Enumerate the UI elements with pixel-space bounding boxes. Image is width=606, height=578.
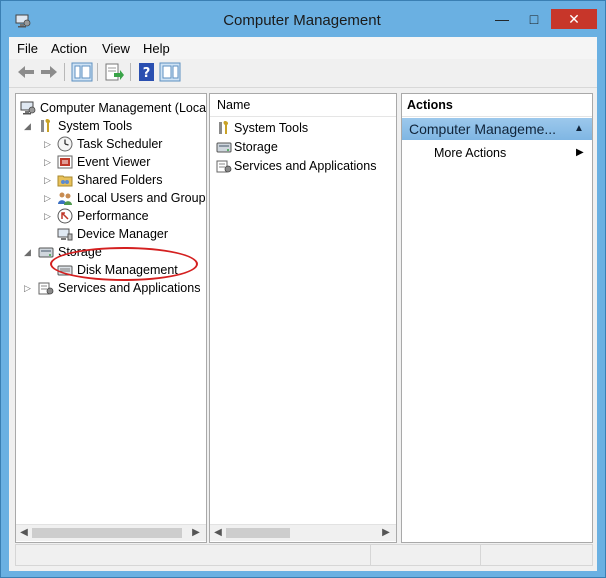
tree-item-label: Task Scheduler xyxy=(77,137,163,151)
tree-item-label: Event Viewer xyxy=(77,155,151,169)
toolbar-separator xyxy=(97,63,98,81)
menu-bar: File Action View Help xyxy=(9,37,597,59)
app-window: Computer Management — □ ✕ File Action Vi… xyxy=(0,0,606,578)
tree-item-label: System Tools xyxy=(58,119,133,133)
client-area: File Action View Help ? Computer Managem… xyxy=(9,37,597,571)
storage-icon xyxy=(38,247,54,258)
status-cell xyxy=(480,545,481,565)
svg-text:?: ? xyxy=(143,66,151,81)
tree-item-label: Local Users and Groups xyxy=(77,191,207,205)
list-item-label: System Tools xyxy=(234,121,309,135)
tree-horizontal-scrollbar[interactable]: ◀ ▶ xyxy=(16,524,206,541)
scroll-right-icon[interactable]: ▶ xyxy=(190,527,202,538)
maximize-button[interactable]: □ xyxy=(521,9,547,29)
column-name-label: Name xyxy=(217,98,251,112)
chevron-right-icon[interactable]: ▶ xyxy=(576,147,584,158)
storage-icon xyxy=(216,142,232,153)
tree-item-label: Computer Management (Local xyxy=(40,101,207,115)
tools-icon xyxy=(41,119,51,132)
collapse-up-icon[interactable]: ▲ xyxy=(574,123,584,134)
services-icon xyxy=(38,282,54,295)
tree-item-label: Device Manager xyxy=(77,227,169,241)
list-item-label: Storage xyxy=(234,140,278,154)
menu-action[interactable]: Action xyxy=(51,41,87,56)
chevron-down-icon[interactable]: ◢ xyxy=(24,122,33,131)
chevron-right-icon[interactable]: ▷ xyxy=(44,212,53,221)
forward-arrow-icon[interactable] xyxy=(38,62,60,82)
annotation-highlight xyxy=(50,247,198,281)
close-button[interactable]: ✕ xyxy=(551,9,597,29)
actions-group-label: Computer Manageme... xyxy=(409,121,557,137)
help-icon[interactable]: ? xyxy=(136,62,158,82)
users-icon xyxy=(58,192,72,205)
tools-icon xyxy=(219,121,229,134)
minimize-button[interactable]: — xyxy=(489,9,515,29)
menu-help[interactable]: Help xyxy=(143,41,170,56)
chevron-down-icon[interactable]: ◢ xyxy=(24,248,33,257)
device-manager-icon xyxy=(57,228,73,241)
tree-item-label: Performance xyxy=(77,209,149,223)
event-viewer-icon xyxy=(57,155,73,169)
tree-item-label: Shared Folders xyxy=(77,173,163,187)
show-hide-tree-icon[interactable] xyxy=(71,62,93,82)
status-bar xyxy=(15,544,593,566)
action-pane-icon[interactable] xyxy=(159,62,181,82)
menu-file[interactable]: File xyxy=(17,41,38,56)
toolbar: ? xyxy=(9,59,597,88)
actions-title: Actions xyxy=(407,98,453,112)
results-list-pane[interactable]: Name System Tools Storage Services and A… xyxy=(209,93,397,543)
shared-folder-icon xyxy=(57,175,73,187)
performance-icon xyxy=(57,208,73,224)
toolbar-separator xyxy=(64,63,65,81)
scroll-thumb[interactable] xyxy=(32,528,182,538)
chevron-right-icon[interactable]: ▷ xyxy=(44,140,53,149)
tree-item-label: Services and Applications xyxy=(58,281,201,295)
scroll-left-icon[interactable]: ◀ xyxy=(212,527,224,538)
actions-group-computer-management[interactable]: Computer Manageme... ▲ xyxy=(402,118,592,140)
more-actions-link[interactable]: More Actions xyxy=(434,146,506,160)
scroll-thumb[interactable] xyxy=(226,528,290,538)
scroll-right-icon[interactable]: ▶ xyxy=(380,527,392,538)
scroll-left-icon[interactable]: ◀ xyxy=(18,527,30,538)
computer-management-icon xyxy=(20,101,36,115)
console-tree-pane[interactable]: Computer Management (Local ◢ System Tool… xyxy=(15,93,207,543)
chevron-right-icon[interactable]: ▷ xyxy=(44,158,53,167)
chevron-right-icon[interactable]: ▷ xyxy=(44,194,53,203)
clock-icon xyxy=(57,136,73,152)
list-column-header[interactable]: Name xyxy=(210,94,396,117)
menu-view[interactable]: View xyxy=(102,41,130,56)
services-icon xyxy=(216,160,232,173)
actions-header: Actions xyxy=(402,94,592,117)
chevron-right-icon[interactable]: ▷ xyxy=(44,176,53,185)
list-horizontal-scrollbar[interactable]: ◀ ▶ xyxy=(210,524,396,541)
back-arrow-icon[interactable] xyxy=(15,62,37,82)
chevron-right-icon[interactable]: ▷ xyxy=(24,284,33,293)
export-list-icon[interactable] xyxy=(103,62,125,82)
toolbar-separator xyxy=(130,63,131,81)
title-bar[interactable]: Computer Management — □ ✕ xyxy=(1,1,605,37)
list-item-label: Services and Applications xyxy=(234,159,377,173)
actions-pane: Actions Computer Manageme... ▲ More Acti… xyxy=(401,93,593,543)
status-cell xyxy=(370,545,371,565)
